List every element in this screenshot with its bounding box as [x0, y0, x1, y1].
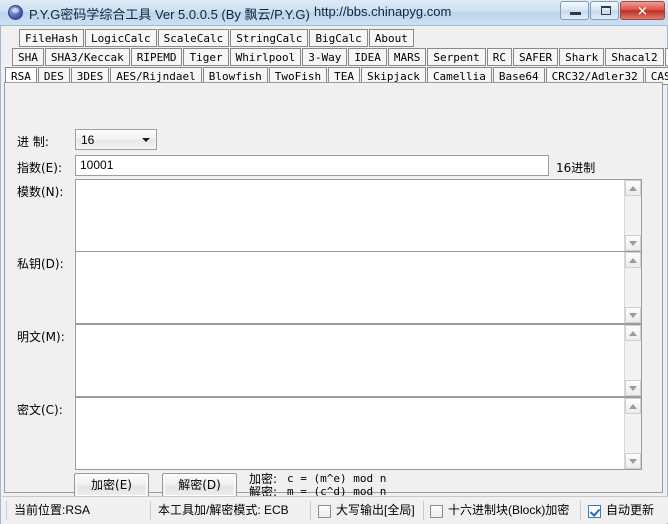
tab-ripemd[interactable]: RIPEMD: [130, 48, 183, 66]
title-bar: P.Y.G密码学综合工具 Ver 5.0.0.5 (By 飘云/P.Y.G) h…: [0, 0, 668, 26]
maximize-icon: [601, 6, 611, 15]
scroll-down-icon[interactable]: [625, 235, 641, 251]
tab-idea[interactable]: IDEA: [348, 48, 387, 66]
hex-block-encrypt-label: 十六进制块(Block)加密: [448, 503, 570, 517]
exponent-hint: 16进制: [556, 161, 596, 175]
tab-serpent[interactable]: Serpent: [427, 48, 486, 66]
tab-shark[interactable]: Shark: [559, 48, 605, 66]
plaintext-label: 明文(M):: [17, 330, 65, 344]
tab-3way[interactable]: 3-Way: [302, 48, 348, 66]
scroll-down-icon[interactable]: [625, 380, 641, 396]
window-title-url: http://bbs.chinapyg.com: [314, 4, 452, 19]
status-mode: 本工具加/解密模式: ECB: [158, 503, 289, 517]
status-position: 当前位置:RSA: [14, 503, 91, 517]
chevron-down-icon: [142, 138, 150, 142]
privkey-textarea-body[interactable]: [76, 252, 624, 323]
tab-shacal2[interactable]: Shacal2: [605, 48, 664, 66]
minimize-button[interactable]: [560, 1, 589, 20]
window-controls: ✕: [559, 1, 665, 20]
ciphertext-scrollbar[interactable]: [624, 398, 641, 469]
privkey-textarea[interactable]: [75, 251, 642, 324]
application-window: P.Y.G密码学综合工具 Ver 5.0.0.5 (By 飘云/P.Y.G) h…: [0, 0, 668, 524]
auto-update-label: 自动更新: [606, 503, 655, 517]
auto-update-checkbox[interactable]: [588, 505, 601, 518]
tab-about[interactable]: About: [368, 29, 414, 47]
plaintext-textarea[interactable]: [75, 324, 642, 397]
scroll-up-icon[interactable]: [625, 325, 641, 341]
rsa-panel: 进 制: 16 指数(E): 10001 16进制 模数(N): 私钥(D): …: [4, 82, 663, 499]
minimize-icon: [570, 12, 581, 15]
tab-square[interactable]: Square: [664, 48, 668, 66]
uppercase-output-checkbox[interactable]: [318, 505, 331, 518]
plaintext-scrollbar[interactable]: [624, 325, 641, 396]
scroll-down-icon[interactable]: [625, 453, 641, 469]
hex-block-encrypt-checkbox[interactable]: [430, 505, 443, 518]
tab-mars[interactable]: MARS: [387, 48, 427, 66]
base-select[interactable]: 16: [75, 129, 157, 150]
tab-logiccalc[interactable]: LogicCalc: [84, 29, 157, 47]
tab-sha[interactable]: SHA: [12, 48, 44, 66]
tab-stringcalc[interactable]: StringCalc: [230, 29, 309, 47]
tab-tiger[interactable]: Tiger: [183, 48, 229, 66]
formula-encrypt: c = (m^e) mod n: [287, 472, 387, 485]
exponent-label: 指数(E):: [17, 161, 62, 175]
base-select-arrow-button[interactable]: [138, 131, 155, 148]
modulus-label: 模数(N):: [17, 185, 64, 199]
encrypt-button[interactable]: 加密(E): [74, 473, 149, 498]
close-button[interactable]: ✕: [620, 1, 665, 20]
window-title: P.Y.G密码学综合工具 Ver 5.0.0.5 (By 飘云/P.Y.G): [29, 7, 310, 22]
status-bar: 当前位置:RSA 本工具加/解密模式: ECB 大写输出[全局] 十六进制块(B…: [2, 496, 668, 523]
ciphertext-label: 密文(C):: [17, 403, 63, 417]
tab-row-utilities: FileHash LogicCalc ScaleCalc StringCalc BigC…: [19, 29, 415, 47]
privkey-scrollbar[interactable]: [624, 252, 641, 323]
tab-row-hashes: SHA SHA3/Keccak RIPEMD Tiger Whirlpool 3-Way I…: [12, 48, 668, 66]
modulus-scrollbar[interactable]: [624, 180, 641, 251]
maximize-button[interactable]: [590, 1, 619, 20]
tab-filehash[interactable]: FileHash: [19, 29, 84, 47]
scroll-up-icon[interactable]: [625, 398, 641, 414]
modulus-textarea-body[interactable]: [76, 180, 624, 251]
ciphertext-textarea[interactable]: [75, 397, 642, 470]
scroll-down-icon[interactable]: [625, 307, 641, 323]
modulus-textarea[interactable]: [75, 179, 642, 252]
tab-whirlpool[interactable]: Whirlpool: [229, 48, 302, 66]
tab-rc[interactable]: RC: [486, 48, 512, 66]
scroll-up-icon[interactable]: [625, 180, 641, 196]
uppercase-output-label: 大写输出[全局]: [336, 503, 415, 517]
tab-sha3-keccak[interactable]: SHA3/Keccak: [44, 48, 130, 66]
app-logo-icon: [8, 5, 23, 20]
exponent-input[interactable]: 10001: [75, 155, 549, 176]
decrypt-button[interactable]: 解密(D): [162, 473, 237, 498]
base-label: 进 制:: [17, 135, 49, 149]
tab-scalecalc[interactable]: ScaleCalc: [157, 29, 230, 47]
close-icon: ✕: [637, 3, 648, 18]
privkey-label: 私钥(D):: [17, 257, 64, 271]
plaintext-textarea-body[interactable]: [76, 325, 624, 396]
base-select-value: 16: [81, 133, 95, 147]
tab-bigcalc[interactable]: BigCalc: [309, 29, 368, 47]
ciphertext-textarea-body[interactable]: [76, 398, 624, 469]
scroll-up-icon[interactable]: [625, 252, 641, 268]
tab-safer[interactable]: SAFER: [512, 48, 559, 66]
tab-strip: FileHash LogicCalc ScaleCalc StringCalc BigC…: [4, 29, 668, 89]
client-area: FileHash LogicCalc ScaleCalc StringCalc BigC…: [0, 26, 668, 524]
